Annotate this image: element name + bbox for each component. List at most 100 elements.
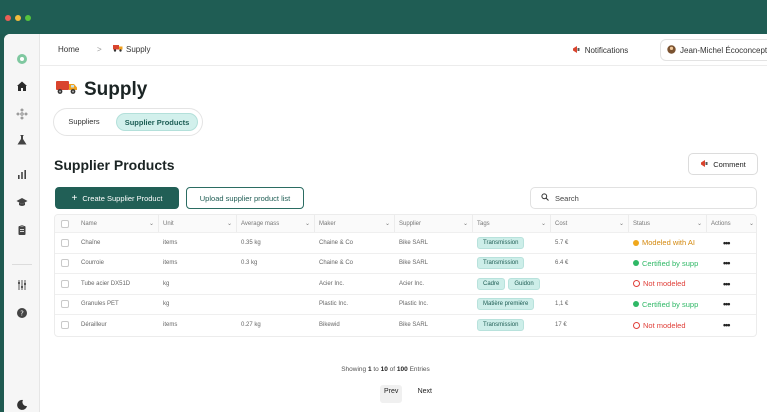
row-actions-button[interactable]: ••• bbox=[707, 254, 756, 274]
chevron-down-icon: ⌄ bbox=[540, 221, 546, 227]
help-icon[interactable]: ? bbox=[4, 307, 40, 322]
row-actions-button[interactable]: ••• bbox=[707, 295, 756, 315]
maximize-window-button[interactable] bbox=[25, 15, 31, 21]
row-checkbox[interactable] bbox=[55, 254, 75, 274]
tags-cell: Cadre Guidon bbox=[473, 274, 551, 294]
select-all-checkbox[interactable] bbox=[55, 215, 75, 232]
column-header[interactable]: Tags ⌄ bbox=[473, 215, 551, 232]
search-input[interactable]: Search bbox=[530, 187, 757, 209]
rail-divider bbox=[12, 264, 32, 265]
tag-chip[interactable]: Guidon bbox=[508, 277, 540, 290]
table-row[interactable]: Dérailleur items 0.27 kg Bikewid Bike SARL Tr… bbox=[55, 315, 756, 336]
cell-mass: 0.27 kg bbox=[241, 322, 261, 329]
breadcrumb-separator: > bbox=[97, 45, 102, 54]
close-window-button[interactable] bbox=[5, 15, 11, 21]
cell-mass bbox=[237, 274, 315, 294]
chevron-down-icon: ⌄ bbox=[384, 221, 390, 227]
cell-mass: 0.35 kg bbox=[241, 239, 261, 246]
prev-button[interactable]: Prev bbox=[380, 385, 403, 403]
truck-icon bbox=[56, 79, 78, 101]
status-badge: Modeled with AI bbox=[633, 238, 695, 247]
cell-supplier: Acier Inc. bbox=[399, 280, 425, 287]
graduation-cap-icon[interactable] bbox=[4, 196, 40, 211]
column-header[interactable]: Maker ⌄ bbox=[315, 215, 395, 232]
column-header[interactable]: Cost ⌄ bbox=[551, 215, 629, 232]
notifications-label: Notifications bbox=[584, 45, 629, 55]
comment-button[interactable]: Comment bbox=[688, 153, 758, 175]
supplier-products-table: Name ⌄ Unit ⌄ Average mass ⌄ Maker ⌄ Supplie… bbox=[54, 214, 757, 337]
search-icon bbox=[541, 193, 549, 203]
cell-unit: items bbox=[163, 239, 178, 246]
page-title-text: Supply bbox=[84, 79, 148, 100]
row-actions-button[interactable]: ••• bbox=[707, 274, 756, 294]
tag-chip[interactable]: Transmission bbox=[477, 236, 525, 249]
create-label: Create Supplier Product bbox=[82, 193, 163, 203]
row-checkbox[interactable] bbox=[55, 233, 75, 253]
moon-icon[interactable] bbox=[4, 399, 40, 412]
column-header[interactable]: Average mass ⌄ bbox=[237, 215, 315, 232]
tag-chip[interactable]: Matière première bbox=[477, 298, 535, 311]
column-header[interactable]: Supplier ⌄ bbox=[395, 215, 473, 232]
ai-status-icon bbox=[633, 239, 639, 246]
top-bar: Home > Supply Notifications Jean-Michel … bbox=[40, 34, 767, 66]
network-icon[interactable] bbox=[4, 108, 40, 123]
row-actions-button[interactable]: ••• bbox=[707, 233, 756, 253]
cell-cost: 17 € bbox=[555, 322, 567, 329]
cell-unit: items bbox=[163, 322, 178, 329]
cell-maker: Chaine & Co bbox=[319, 239, 354, 246]
column-header[interactable]: Name ⌄ bbox=[81, 215, 159, 232]
status-badge: Certified by supp bbox=[633, 300, 698, 309]
tag-chip[interactable]: Cadre bbox=[477, 277, 506, 290]
section-title: Supplier Products bbox=[54, 157, 175, 173]
table-row[interactable]: Chaîne items 0.35 kg Chaine & Co Bike SARL Tr… bbox=[55, 233, 756, 254]
breadcrumb-current[interactable]: Supply bbox=[113, 44, 150, 54]
cell-unit: kg bbox=[163, 280, 170, 287]
flask-icon[interactable] bbox=[4, 134, 40, 149]
user-menu[interactable]: Jean-Michel Écoconception ⌄ bbox=[660, 39, 767, 61]
chevron-down-icon: ⌄ bbox=[618, 221, 624, 227]
row-checkbox[interactable] bbox=[55, 295, 75, 315]
row-actions-button[interactable]: ••• bbox=[707, 315, 756, 336]
tag-chip[interactable]: Transmission bbox=[477, 257, 525, 270]
sliders-icon[interactable] bbox=[4, 279, 40, 294]
user-name: Jean-Michel Écoconception bbox=[680, 45, 767, 55]
logo-icon[interactable] bbox=[4, 53, 40, 68]
cell-maker: Plastic Inc. bbox=[319, 301, 349, 308]
chevron-down-icon: ⌄ bbox=[226, 221, 232, 227]
tags-cell: Transmission bbox=[473, 315, 551, 336]
table-row[interactable]: Tube acier DX51D kg Acier Inc. Acier Inc. Ca… bbox=[55, 274, 756, 295]
row-checkbox[interactable] bbox=[55, 274, 75, 294]
column-header[interactable]: Actions ⌄ bbox=[707, 215, 756, 232]
row-checkbox[interactable] bbox=[55, 315, 75, 336]
pager: Prev Next bbox=[380, 385, 436, 403]
cell-supplier: Bike SARL bbox=[399, 322, 429, 329]
column-header[interactable]: Unit ⌄ bbox=[159, 215, 237, 232]
status-text: Certified by supp bbox=[642, 258, 699, 268]
column-header[interactable]: Status ⌄ bbox=[629, 215, 707, 232]
cell-mass: 0.3 kg bbox=[241, 260, 258, 267]
notifications-button[interactable]: Notifications bbox=[558, 41, 642, 59]
chevron-down-icon: ⌄ bbox=[148, 221, 154, 227]
clipboard-icon[interactable] bbox=[4, 224, 40, 239]
table-header: Name ⌄ Unit ⌄ Average mass ⌄ Maker ⌄ Supplie… bbox=[55, 215, 756, 233]
tag-chip[interactable]: Transmission bbox=[477, 319, 525, 332]
status-text: Certified by supp bbox=[642, 299, 699, 309]
table-row[interactable]: Granules PET kg Plastic Inc. Plastic Inc. Ma… bbox=[55, 295, 756, 315]
certified-status-icon bbox=[633, 301, 639, 308]
table-row[interactable]: Courroie items 0.3 kg Chaine & Co Bike SARL T… bbox=[55, 254, 756, 274]
cell-cost: 6.4 € bbox=[555, 260, 569, 267]
tab-suppliers[interactable]: Suppliers bbox=[58, 113, 110, 131]
upload-list-button[interactable]: Upload supplier product list bbox=[186, 187, 304, 209]
bar-chart-icon[interactable] bbox=[4, 168, 40, 183]
cell-supplier: Plastic Inc. bbox=[399, 301, 429, 308]
status-cell: Not modeled bbox=[629, 274, 707, 294]
next-button[interactable]: Next bbox=[414, 385, 436, 403]
tab-supplier-products[interactable]: Supplier Products bbox=[116, 113, 198, 131]
app-window: ? Home > Supply Notifications Jean-Miche… bbox=[4, 34, 767, 412]
minimize-window-button[interactable] bbox=[15, 15, 21, 21]
svg-text:?: ? bbox=[20, 310, 24, 318]
create-supplier-product-button[interactable]: + Create Supplier Product bbox=[55, 187, 179, 209]
status-cell: Modeled with AI bbox=[629, 233, 707, 253]
breadcrumb-home[interactable]: Home bbox=[58, 45, 79, 54]
home-icon[interactable] bbox=[4, 80, 40, 95]
